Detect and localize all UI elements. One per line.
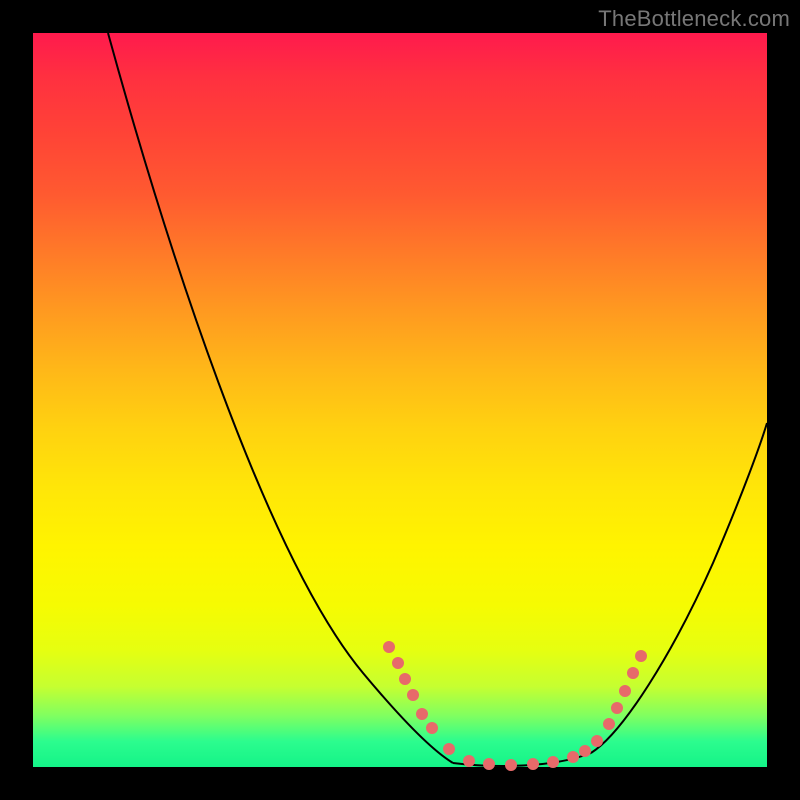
- marker-dot: [527, 758, 539, 770]
- watermark-text: TheBottleneck.com: [598, 6, 790, 32]
- marker-dot: [505, 759, 517, 771]
- marker-dot: [603, 718, 615, 730]
- marker-dot: [635, 650, 647, 662]
- marker-dot: [547, 756, 559, 768]
- marker-dot: [383, 641, 395, 653]
- marker-dot: [399, 673, 411, 685]
- marker-dot: [579, 745, 591, 757]
- marker-dot: [591, 735, 603, 747]
- marker-dot: [443, 743, 455, 755]
- marker-dot: [483, 758, 495, 770]
- marker-dot: [463, 755, 475, 767]
- marker-dot: [416, 708, 428, 720]
- marker-dot: [567, 751, 579, 763]
- marker-dot: [426, 722, 438, 734]
- marker-dot: [619, 685, 631, 697]
- curve-left-segment: [108, 33, 453, 763]
- marker-dot: [611, 702, 623, 714]
- marker-group: [383, 641, 647, 771]
- marker-dot: [392, 657, 404, 669]
- marker-dot: [407, 689, 419, 701]
- marker-dot: [627, 667, 639, 679]
- plot-area: [33, 33, 767, 767]
- chart-svg: [33, 33, 767, 767]
